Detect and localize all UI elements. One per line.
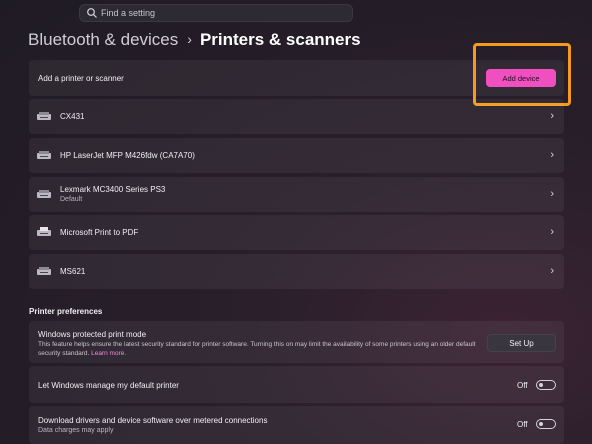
page-title: Printers & scanners [199, 30, 361, 49]
printer-icon [37, 112, 51, 120]
manage-default-toggle[interactable] [536, 380, 556, 390]
printer-name: HP LaserJet MFP M426fdw (CA7A70) [60, 151, 195, 160]
printer-icon [37, 267, 51, 275]
chevron-right-icon: › [550, 149, 554, 161]
metered-card: Download drivers and device software ove… [29, 406, 564, 444]
breadcrumb-separator: › [187, 31, 192, 47]
chevron-right-icon: › [550, 226, 554, 238]
metered-state: Off [517, 420, 528, 429]
printer-name: CX431 [60, 112, 85, 121]
chevron-right-icon: › [550, 110, 554, 122]
printer-name: Lexmark MC3400 Series PS3 [60, 185, 166, 194]
search-input[interactable]: Find a setting [101, 8, 155, 18]
printer-name: Microsoft Print to PDF [60, 228, 139, 237]
metered-sub: Data charges may apply [38, 427, 114, 434]
printer-icon [37, 151, 51, 159]
learn-more-link[interactable]: Learn more. [91, 350, 126, 357]
printer-icon [37, 227, 51, 236]
printer-row-cx431[interactable]: CX431 › [29, 99, 564, 134]
metered-toggle[interactable] [536, 419, 556, 429]
printer-status: Default [60, 196, 83, 203]
printer-row-lexmark[interactable]: Lexmark MC3400 Series PS3 Default › [29, 177, 564, 212]
printer-row-pdf[interactable]: Microsoft Print to PDF › [29, 215, 564, 250]
chevron-right-icon: › [550, 188, 554, 200]
toggle-knob [539, 383, 543, 387]
metered-label: Download drivers and device software ove… [38, 416, 268, 425]
set-up-button[interactable]: Set Up [487, 334, 556, 352]
highlight-box [473, 43, 571, 106]
breadcrumb-parent[interactable]: Bluetooth & devices [28, 30, 178, 49]
manage-default-state: Off [517, 381, 528, 390]
printer-name: MS621 [60, 267, 86, 276]
manage-default-card: Let Windows manage my default printer [29, 366, 564, 403]
printer-row-ms621[interactable]: MS621 › [29, 254, 564, 289]
chevron-right-icon: › [550, 265, 554, 277]
printer-row-hp[interactable]: HP LaserJet MFP M426fdw (CA7A70) › [29, 138, 564, 173]
protected-mode-description: This feature helps ensure the latest sec… [38, 340, 478, 358]
section-title-printer-preferences: Printer preferences [29, 307, 103, 316]
printer-icon [37, 190, 51, 198]
add-printer-label: Add a printer or scanner [38, 74, 124, 83]
breadcrumb: Bluetooth & devices › Printers & scanners [28, 30, 361, 50]
search-icon [87, 8, 97, 18]
manage-default-label: Let Windows manage my default printer [38, 381, 179, 390]
protected-mode-label: Windows protected print mode [38, 330, 147, 339]
toggle-knob [539, 422, 543, 426]
search-box[interactable]: Find a setting [79, 4, 353, 22]
